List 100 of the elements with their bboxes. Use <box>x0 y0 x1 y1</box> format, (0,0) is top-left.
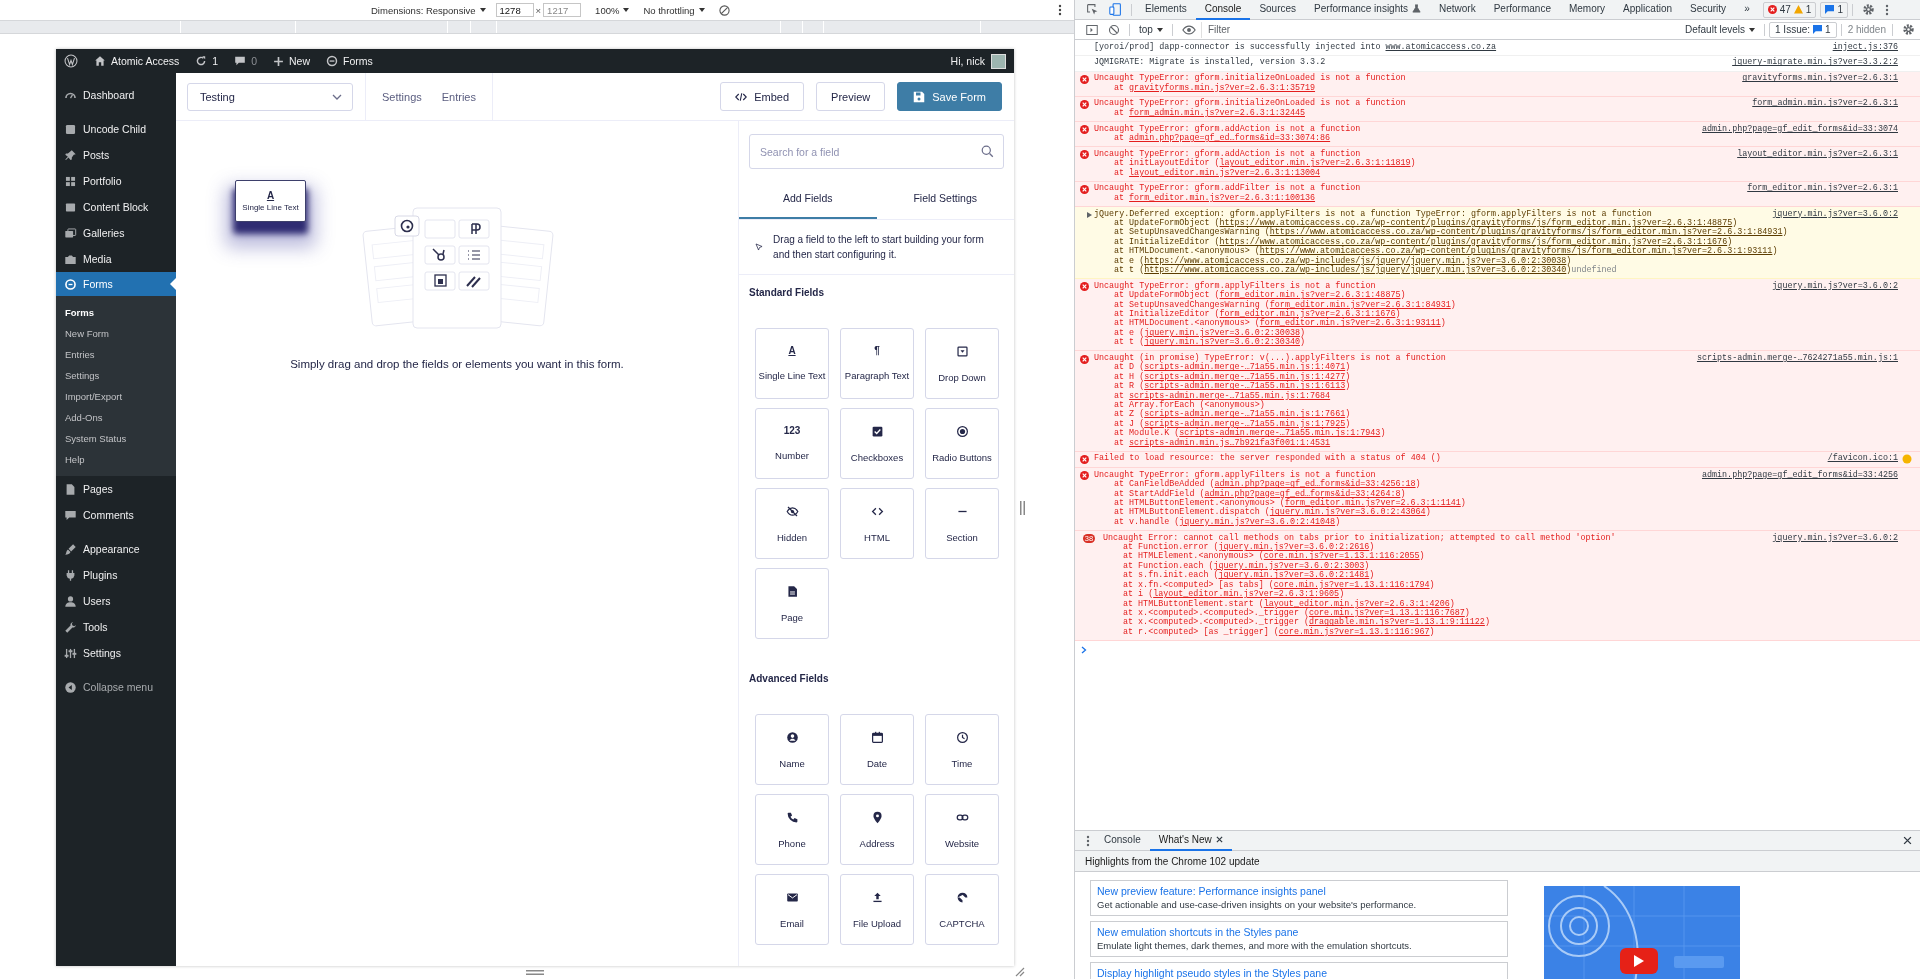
dimensions-dropdown[interactable]: Dimensions: Responsive <box>371 4 486 16</box>
devtools-tab[interactable]: Security <box>1681 0 1736 20</box>
menu-item[interactable]: Posts <box>56 142 176 168</box>
field-tile[interactable]: Hidden <box>755 488 829 559</box>
source-link[interactable]: gravityforms.min.js?ver=2.6.3:1 <box>1742 74 1898 84</box>
stack-link[interactable]: admin.php?page=gf_ed…forms&id=33:4264:8 <box>1204 488 1401 499</box>
form-select[interactable]: Testing <box>187 82 353 111</box>
update-card[interactable]: New emulation shortcuts in the Styles pane Emulate light themes, dark themes, and more with the emulation shortcuts. <box>1090 921 1508 957</box>
forms-icon[interactable] <box>326 55 338 67</box>
source-link[interactable]: /favicon.ico:1 <box>1827 454 1898 464</box>
menu-item[interactable]: Dashboard <box>56 82 176 108</box>
field-tile[interactable]: Section <box>925 488 999 559</box>
panel-tab[interactable]: Field Settings <box>876 178 1014 219</box>
field-tile[interactable]: A Single Line Text <box>755 328 829 399</box>
close-icon[interactable] <box>1215 836 1223 843</box>
field-tile[interactable]: Checkboxes <box>840 408 914 479</box>
source-link[interactable]: form_admin.min.js?ver=2.6.3:1 <box>1752 99 1898 109</box>
more-options-icon[interactable] <box>1058 4 1062 16</box>
card-title[interactable]: New emulation shortcuts in the Styles pane <box>1097 926 1501 939</box>
menu-item[interactable]: Settings <box>56 640 176 666</box>
field-tile[interactable]: Page <box>755 568 829 639</box>
menu-item[interactable]: Pages <box>56 476 176 502</box>
stack-link[interactable]: core.min.js?ver=1.13.1:116:967 <box>1278 626 1430 637</box>
settings-icon[interactable] <box>1861 3 1875 16</box>
stack-link[interactable]: form_editor.min.js?ver=2.6.3:1:1676 <box>1219 309 1396 320</box>
stack-link[interactable]: scripts-admin.min.js…7b921fa3f001:1:4531 <box>1129 437 1331 448</box>
stack-link[interactable]: https://www.atomicaccess.co.za/wp-includes/js/jquery/jquery.min.js?ver=3.6.0:2:30038 <box>1144 255 1567 266</box>
submenu-item[interactable]: System Status <box>56 428 176 449</box>
stack-link[interactable]: jquery.min.js?ver=3.6.0:2:1481 <box>1218 570 1370 581</box>
comment-icon[interactable] <box>234 55 247 67</box>
field-tile[interactable]: Website <box>925 794 999 865</box>
stack-link[interactable]: scripts-admin.merge-…71a55.min.js:1:7943 <box>1179 428 1381 439</box>
devtools-tab[interactable]: Performance insights <box>1305 0 1430 20</box>
panel-tab[interactable]: Add Fields <box>739 178 877 219</box>
field-tile[interactable]: CAPTCHA <box>925 874 999 945</box>
field-tile[interactable]: File Upload <box>840 874 914 945</box>
corner-resize-icon[interactable] <box>1015 967 1025 977</box>
devtools-tab[interactable]: Application <box>1614 0 1681 20</box>
submenu-item[interactable]: Settings <box>56 365 176 386</box>
devtools-tab[interactable]: Performance <box>1484 0 1560 20</box>
update-card[interactable]: New preview feature: Performance insights panel Get actionable and use-case-driven insights on your website's performance. <box>1090 880 1508 916</box>
new-link[interactable]: New <box>288 55 310 67</box>
refresh-icon[interactable] <box>195 55 208 67</box>
more-options-icon[interactable] <box>1884 3 1889 16</box>
stack-link[interactable]: scripts-admin.merge-…71a55.min.js:1:7684 <box>1129 390 1331 401</box>
field-tile[interactable]: HTML <box>840 488 914 559</box>
field-tile[interactable]: ¶ Paragraph Text <box>840 328 914 399</box>
stack-link[interactable]: form_editor.min.js?ver=2.6.3:1:1141 <box>1284 498 1461 509</box>
stack-link[interactable]: core.min.js?ver=1.13.1:116:1794 <box>1273 579 1430 590</box>
stack-link[interactable]: https://www.atomicaccess.co.za/wp-includes/js/jquery/jquery.min.js?ver=3.6.0:2:30340 <box>1144 265 1567 276</box>
preview-button[interactable]: Preview <box>816 82 886 111</box>
device-toolbar-icon[interactable] <box>1109 3 1122 16</box>
avatar[interactable] <box>991 53 1006 69</box>
menu-item[interactable]: Users <box>56 588 176 614</box>
width-field[interactable]: 1278 <box>495 3 534 17</box>
search-field[interactable]: Search for a field <box>749 134 1004 169</box>
stack-link[interactable]: jquery.min.js?ver=3.6.0:2:3003 <box>1213 560 1365 571</box>
stack-link[interactable]: layout_editor.min.js?ver=2.6.3:1:11819 <box>1219 158 1411 169</box>
menu-item[interactable]: Uncode Child <box>56 116 176 142</box>
menu-item[interactable]: Portfolio <box>56 168 176 194</box>
stack-link[interactable]: scripts-admin.merge-…71a55.min.js:1:7925 <box>1144 418 1346 429</box>
source-link[interactable]: jquery-migrate.min.js?ver=3.3.2:2 <box>1732 58 1898 68</box>
issue-counter[interactable]: 47 1 <box>1762 1 1817 18</box>
menu-item[interactable]: Galleries <box>56 220 176 246</box>
settings-icon[interactable] <box>1902 23 1915 36</box>
updates-count[interactable]: 1 <box>212 55 219 67</box>
submenu-item[interactable]: Import/Export <box>56 386 176 407</box>
stack-link[interactable]: https://www.atomicaccess.co.za/wp-content/plugins/gravityforms/js/form_editor.min.js?ver=2.6.3:1:48875 <box>1219 218 1733 228</box>
greeting-link[interactable]: Hi, nick <box>950 55 985 67</box>
menu-item[interactable]: Media <box>56 246 176 272</box>
more-options-icon[interactable] <box>1086 834 1090 847</box>
more-tabs-button[interactable]: » <box>1735 0 1759 20</box>
source-link[interactable]: scripts-admin.merge-…7624271a55.min.js:1 <box>1696 354 1898 364</box>
devtools-tab[interactable]: Console <box>1195 0 1251 20</box>
field-tile[interactable]: Name <box>755 714 829 785</box>
menu-item[interactable]: Appearance <box>56 536 176 562</box>
stack-link[interactable]: form_admin.min.js?ver=2.6.3:1:32445 <box>1129 107 1305 118</box>
height-field[interactable]: 1217 <box>543 3 582 17</box>
prompt-chevron-icon[interactable] <box>1081 645 1087 654</box>
stack-link[interactable]: scripts-admin.merge-…71a55.min.js:1:6113 <box>1144 381 1346 392</box>
log-levels-dropdown[interactable]: Default levels <box>1680 24 1761 35</box>
rotate-icon[interactable] <box>718 4 730 16</box>
stack-link[interactable]: form_editor.min.js?ver=2.6.3:1:48875 <box>1219 290 1401 301</box>
field-tile[interactable]: Phone <box>755 794 829 865</box>
source-link[interactable]: inject.js:376 <box>1832 42 1898 53</box>
drawer-tab[interactable]: Console <box>1095 831 1150 851</box>
menu-item[interactable]: Forms <box>56 272 176 296</box>
source-link[interactable]: form_editor.min.js?ver=2.6.3:1 <box>1747 184 1898 194</box>
submenu-item[interactable]: New Form <box>56 323 176 344</box>
embed-button[interactable]: Embed <box>720 82 805 111</box>
zoom-dropdown[interactable]: 100% <box>595 4 630 16</box>
submenu-item[interactable]: Help <box>56 449 176 470</box>
stack-link[interactable]: core.min.js?ver=1.13.1:116:2055 <box>1263 551 1420 562</box>
stack-link[interactable]: jquery.min.js?ver=3.6.0:2:30038 <box>1144 327 1300 338</box>
issues-button[interactable]: 1 Issue: 1 <box>1769 21 1837 38</box>
site-name-link[interactable]: Atomic Access <box>111 55 180 67</box>
header-link[interactable]: Settings <box>382 90 422 103</box>
dragged-field-card[interactable]: A Single Line Text <box>235 180 306 222</box>
eye-icon[interactable] <box>1181 24 1196 35</box>
stack-link[interactable]: jquery.min.js?ver=3.6.0:2:41048 <box>1179 516 1336 527</box>
